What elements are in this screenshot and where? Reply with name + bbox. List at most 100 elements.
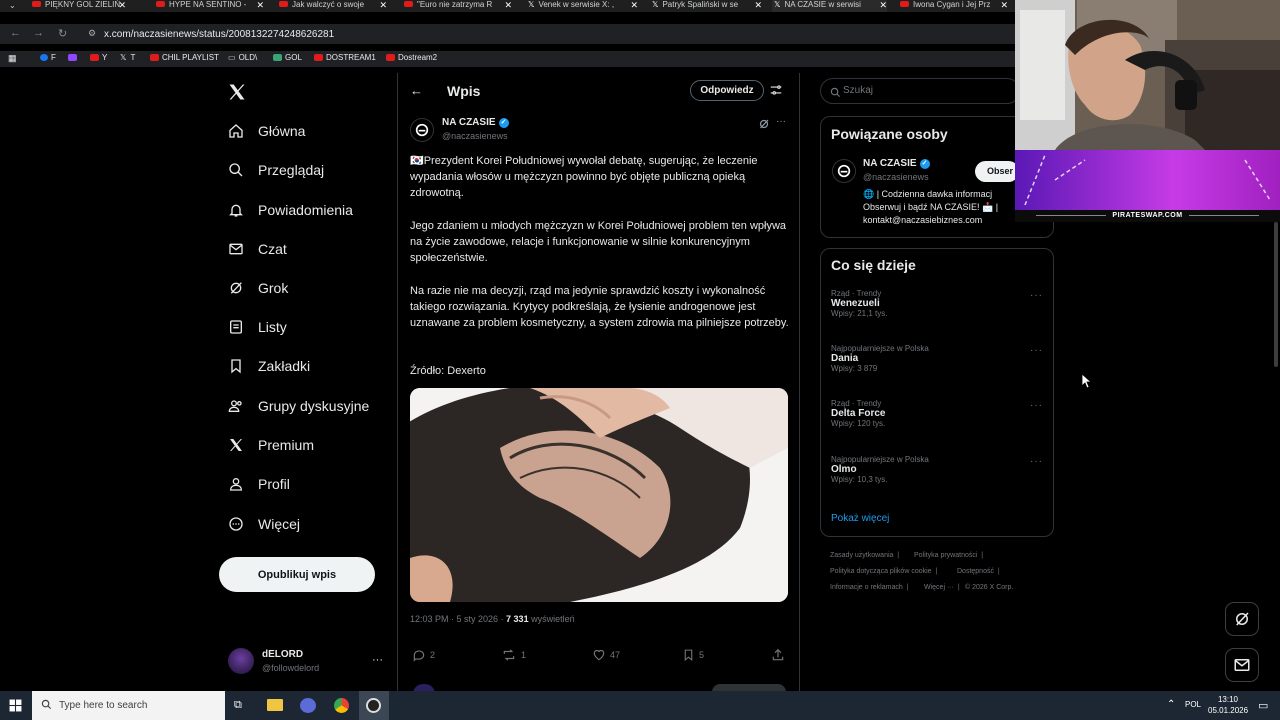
- footer-link[interactable]: Polityka prywatności |: [914, 552, 983, 559]
- obs-taskbar-button[interactable]: [359, 691, 389, 720]
- trend-item[interactable]: Rząd · Trendy Wenezueli Wpisy: 21,1 tys.: [831, 289, 887, 318]
- bookmark-gol[interactable]: GOL: [273, 53, 302, 62]
- bookmark-y[interactable]: Y: [90, 53, 107, 62]
- footer-link[interactable]: Więcej ··· |: [924, 584, 960, 591]
- trend-item[interactable]: Rząd · Trendy Delta Force Wpisy: 120 tys…: [831, 399, 885, 428]
- follow-button[interactable]: Obser: [975, 161, 1019, 182]
- nav-item-bookmarks[interactable]: Zakładki: [228, 354, 310, 378]
- bookmark-action[interactable]: 5: [682, 648, 704, 662]
- footer-link[interactable]: Polityka dotycząca plików cookie |: [830, 568, 937, 575]
- nav-item-notifications[interactable]: Powiadomienia: [228, 198, 353, 222]
- close-icon[interactable]: ✕: [118, 0, 126, 11]
- chevron-up-icon[interactable]: ⌃: [1167, 699, 1175, 710]
- messages-float-button[interactable]: [1225, 648, 1259, 682]
- browser-tab[interactable]: Jak walczyć o swoje ✕: [277, 0, 387, 12]
- nav-item-lists[interactable]: Listy: [228, 315, 287, 339]
- close-icon[interactable]: ✕: [504, 0, 512, 11]
- bookmark-dostream2[interactable]: Dostream2: [386, 53, 437, 62]
- account-more-icon[interactable]: ···: [372, 654, 383, 666]
- file-explorer-icon[interactable]: [267, 699, 283, 711]
- bell-icon: [228, 202, 244, 218]
- post-image[interactable]: [410, 388, 788, 602]
- close-icon[interactable]: ✕: [630, 0, 638, 11]
- account-avatar[interactable]: [228, 648, 254, 674]
- footer-link[interactable]: Zasady użytkowania |: [830, 552, 899, 559]
- bookmark-folder-old[interactable]: ▭ OLD\: [228, 53, 257, 62]
- browser-tab[interactable]: "Euro nie zatrzyma R ✕: [402, 0, 512, 12]
- chrome-icon[interactable]: [334, 698, 349, 713]
- nav-item-profile[interactable]: Profil: [228, 472, 290, 496]
- bookmark-t[interactable]: 𝕏T: [120, 53, 135, 62]
- site-info-icon[interactable]: ⚙: [88, 28, 96, 39]
- apps-grid-icon[interactable]: ▦: [8, 53, 17, 64]
- back-arrow-icon[interactable]: ←: [410, 83, 423, 98]
- nav-item-explore[interactable]: Przeglądaj: [228, 158, 324, 182]
- footer-link[interactable]: Informacje o reklamach |: [830, 584, 908, 591]
- reply-button[interactable]: Odpowiedz: [690, 80, 764, 101]
- repost-action[interactable]: 1: [501, 648, 526, 662]
- share-icon: [772, 648, 784, 661]
- bookmark-f[interactable]: F: [40, 53, 56, 62]
- input-language[interactable]: POL: [1185, 700, 1201, 709]
- nav-item-more[interactable]: Więcej: [228, 512, 300, 536]
- footer-link[interactable]: Dostępność |: [957, 568, 1000, 575]
- close-icon[interactable]: ✕: [879, 0, 887, 11]
- nav-item-premium[interactable]: Premium: [228, 433, 314, 457]
- browser-tab[interactable]: 𝕏 Patryk Spaliński w se ✕: [650, 0, 762, 12]
- close-icon[interactable]: ✕: [1000, 0, 1008, 11]
- author-avatar[interactable]: [410, 118, 434, 142]
- nav-item-chat[interactable]: Czat: [228, 237, 287, 261]
- reply-action[interactable]: 2: [412, 648, 435, 662]
- related-name-row[interactable]: NA CZASIE ✓: [863, 158, 930, 169]
- taskbar-search-field[interactable]: Type here to search: [32, 691, 225, 720]
- url-field[interactable]: ⚙ x.com/naczasienews/status/200813227424…: [80, 26, 1020, 43]
- clock[interactable]: 13:10 05.01.2026: [1208, 694, 1248, 716]
- filter-icon[interactable]: [769, 83, 783, 102]
- close-icon[interactable]: ✕: [754, 0, 762, 11]
- back-arrow-icon[interactable]: ←: [10, 27, 21, 39]
- post-button[interactable]: Opublikuj wpis: [219, 557, 375, 592]
- post-more-icon[interactable]: ···: [776, 116, 786, 127]
- search-box[interactable]: Szukaj: [820, 78, 1020, 104]
- close-icon[interactable]: ✕: [379, 0, 387, 11]
- forward-arrow-icon[interactable]: →: [33, 27, 44, 39]
- bookmark-dostream1[interactable]: DOSTREAM1: [314, 53, 376, 62]
- bookmark-twitch[interactable]: [68, 53, 80, 62]
- author-name: NA CZASIE: [442, 117, 496, 128]
- nav-item-grok[interactable]: Grok: [228, 276, 288, 300]
- grok-icon[interactable]: [758, 117, 770, 135]
- browser-tab[interactable]: PIĘKNY GOL ZIELIŃ ✕: [30, 0, 126, 12]
- trend-more-icon[interactable]: ···: [1030, 290, 1043, 301]
- tab-search-icon[interactable]: ⌄: [9, 1, 16, 10]
- close-icon[interactable]: ✕: [256, 0, 264, 11]
- x-icon: 𝕏: [652, 0, 659, 9]
- related-avatar[interactable]: [832, 159, 856, 183]
- notifications-icon[interactable]: ▭: [1258, 699, 1268, 712]
- nav-item-communities[interactable]: Grupy dyskusyjne: [228, 394, 369, 418]
- task-view-icon[interactable]: ⧉: [234, 699, 242, 712]
- youtube-icon: [404, 1, 413, 7]
- nav-item-home[interactable]: Główna: [228, 119, 305, 143]
- x-logo-icon[interactable]: [227, 82, 247, 107]
- browser-tab-active[interactable]: 𝕏 NA CZASIE w serwisi ✕: [772, 0, 887, 12]
- trend-item[interactable]: Najpopularniejsze w Polska Olmo Wpisy: 1…: [831, 455, 929, 484]
- browser-tab[interactable]: 𝕏 Venek w serwisie X: , ✕: [526, 0, 638, 12]
- grok-float-button[interactable]: [1225, 602, 1259, 636]
- author-name-row[interactable]: NA CZASIE ✓: [442, 117, 509, 128]
- like-action[interactable]: 47: [592, 648, 620, 662]
- bookmark-chil-playlist[interactable]: CHIL PLAYLIST: [150, 53, 219, 62]
- tab-title: Venek w serwisie X: ,: [538, 0, 615, 9]
- reload-icon[interactable]: ↻: [58, 27, 67, 40]
- discord-icon[interactable]: [300, 698, 316, 713]
- trend-more-icon[interactable]: ···: [1030, 345, 1043, 356]
- windows-start-icon[interactable]: [9, 699, 22, 717]
- show-more-link[interactable]: Pokaż więcej: [831, 513, 889, 524]
- browser-tab[interactable]: Iwona Cygan i Jej Prz ✕: [898, 0, 1008, 12]
- trend-more-icon[interactable]: ···: [1030, 400, 1043, 411]
- browser-tab[interactable]: HYPE NA SENTINO - ✕: [154, 0, 264, 12]
- x-icon: 𝕏: [528, 0, 535, 9]
- share-action[interactable]: [771, 648, 789, 662]
- trend-more-icon[interactable]: ···: [1030, 456, 1043, 467]
- page-scrollbar[interactable]: [1274, 222, 1278, 367]
- trend-item[interactable]: Najpopularniejsze w Polska Dania Wpisy: …: [831, 344, 929, 373]
